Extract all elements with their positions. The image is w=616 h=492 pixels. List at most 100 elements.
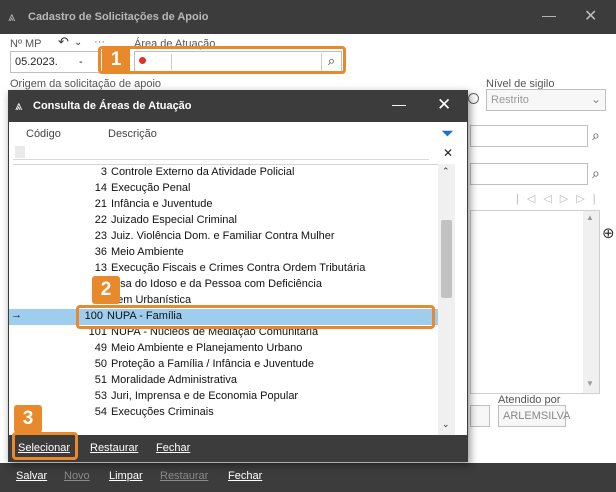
atendido-value: ARLEMSILVA (503, 410, 571, 422)
table-row[interactable]: 53 Juri, Imprensa e de Economia Popular (13, 389, 439, 405)
dialog-title: Consulta de Áreas de Atuação (33, 100, 192, 112)
main-titlebar: ⩓ Cadastro de Solicitações de Apoio — ✕ (0, 0, 616, 34)
app-logo-icon: ⩓ (8, 9, 16, 24)
row-code: 51 (94, 374, 107, 386)
scroll-up-icon[interactable]: ⌃ (442, 166, 450, 177)
table-row[interactable]: 14 Execução Penal (13, 181, 439, 197)
search-icon[interactable]: ⌕ (592, 165, 600, 182)
table-row[interactable]: fesa do Idoso e da Pessoa com Deficiênci… (13, 277, 439, 293)
field-small[interactable] (470, 405, 490, 427)
table-row[interactable]: 51 Moralidade Administrativa (13, 373, 439, 389)
nmp-separator: - (79, 56, 83, 68)
row-code: 21 (94, 198, 107, 210)
chevron-down-icon[interactable]: ⌄ (591, 92, 601, 106)
radio-button[interactable] (468, 93, 479, 104)
step-badge-1: 1 (102, 46, 130, 74)
row-description: Meio Ambiente e Planejamento Urbano (111, 342, 303, 354)
field-right-1[interactable] (470, 125, 588, 147)
close-button[interactable]: Fechar (228, 470, 262, 482)
add-icon[interactable]: ⊕ (602, 224, 615, 242)
column-header-description[interactable]: Descrição (108, 128, 157, 140)
close-button[interactable]: Fechar (156, 442, 190, 454)
row-code: 23 (94, 230, 107, 242)
close-icon[interactable]: ✕ (437, 95, 451, 115)
area-lookup-dialog: ⩓ Consulta de Áreas de Atuação — ✕ Códig… (8, 90, 468, 462)
list-panel: ▲ ▼ (470, 210, 600, 394)
step-badge-2: 2 (92, 276, 120, 304)
filter-cell[interactable] (15, 146, 25, 158)
highlight-select-button (12, 432, 78, 460)
clear-button[interactable]: Limpar (109, 470, 143, 482)
grid-rows: 3 Controle Externo da Atividade Policial 1… (9, 165, 439, 437)
row-description: Infância e Juventude (111, 198, 213, 210)
column-header-code[interactable]: Código (26, 128, 61, 140)
row-description: Juizado Especial Criminal (111, 214, 237, 226)
row-code: 36 (94, 246, 107, 258)
atendido-field: ARLEMSILVA (498, 405, 570, 427)
origem-label: Origem da solicitação de apoio (10, 78, 162, 90)
row-description: Juri, Imprensa e de Economia Popular (111, 390, 299, 402)
row-description: Execução Fiscais e Crimes Contra Ordem T… (111, 262, 366, 274)
scroll-down-icon[interactable]: ⌄ (442, 419, 450, 430)
new-button[interactable]: Novo (64, 470, 90, 482)
table-row[interactable]: 23 Juiz. Violência Dom. e Familiar Contra… (13, 229, 439, 245)
table-row[interactable]: 22 Juizado Especial Criminal (13, 213, 439, 229)
row-description: Proteção a Família / Infância e Juventud… (111, 358, 315, 370)
undo-icon[interactable]: ↶ (58, 34, 69, 50)
scroll-down-icon[interactable]: ▼ (586, 379, 594, 388)
row-indicator-icon: → (11, 309, 22, 321)
pager-nav-icons[interactable]: |◁◁▷▷| (516, 192, 604, 205)
row-code: 54 (94, 406, 107, 418)
main-toolbar: Salvar Novo Limpar Restaurar Fechar (0, 463, 616, 492)
row-code: 13 (94, 262, 107, 274)
row-code: 49 (94, 342, 107, 354)
row-description: Moralidade Administrativa (111, 374, 237, 386)
app-logo-icon: ⩓ (15, 98, 23, 113)
row-code: 22 (94, 214, 107, 226)
row-code: 3 (100, 166, 107, 178)
scrollbar-thumb[interactable] (441, 220, 452, 298)
row-code: 53 (94, 390, 107, 402)
row-description: Meio Ambiente (111, 246, 184, 258)
highlight-selected-row (76, 305, 435, 329)
nmp-label: Nº MP (10, 38, 42, 50)
chevron-down-icon[interactable]: ⌄ (74, 37, 82, 48)
table-row[interactable]: 3 Controle Externo da Atividade Policial (13, 165, 439, 181)
grid-scrollbar[interactable]: ⌃ ⌄ (438, 164, 455, 436)
highlight-area-field (98, 46, 346, 74)
row-description: Execuções Criminais (111, 406, 214, 418)
sigilo-select[interactable]: Restrito ⌄ (486, 89, 606, 111)
filter-icon[interactable]: ⏷ (442, 125, 453, 142)
field-right-2[interactable] (470, 163, 588, 185)
list-scrollbar[interactable]: ▲ ▼ (583, 211, 599, 393)
results-grid: 3 Controle Externo da Atividade Policial 1… (9, 164, 455, 437)
table-row[interactable]: 13 Execução Fiscais e Crimes Contra Ordem… (13, 261, 439, 277)
minimize-icon[interactable]: — (542, 7, 556, 23)
table-row[interactable]: 36 Meio Ambiente (13, 245, 439, 261)
search-icon[interactable]: ⌕ (592, 127, 600, 144)
row-description: Juiz. Violência Dom. e Familiar Contra M… (111, 230, 335, 242)
row-code: 14 (94, 182, 107, 194)
row-description: fesa do Idoso e da Pessoa com Deficiênci… (111, 278, 322, 290)
restore-button[interactable]: Restaurar (160, 470, 208, 482)
row-description: Execução Penal (111, 182, 191, 194)
table-row[interactable]: 50 Proteção a Família / Infância e Juvent… (13, 357, 439, 373)
minimize-icon[interactable]: — (392, 96, 406, 112)
sigilo-value: Restrito (491, 94, 529, 106)
clear-filter-icon[interactable]: ✕ (443, 146, 453, 160)
filter-row[interactable] (13, 144, 429, 160)
scroll-up-icon[interactable]: ▲ (586, 213, 594, 222)
table-row[interactable]: 21 Infância e Juventude (13, 197, 439, 213)
restore-button[interactable]: Restaurar (90, 442, 138, 454)
row-code: 50 (94, 358, 107, 370)
main-window-title: Cadastro de Solicitações de Apoio (28, 11, 209, 23)
table-row[interactable]: 49 Meio Ambiente e Planejamento Urbano (13, 341, 439, 357)
dialog-titlebar: ⩓ Consulta de Áreas de Atuação — ✕ (9, 91, 467, 122)
nmp-value: 05.2023. (15, 56, 58, 68)
save-button[interactable]: Salvar (16, 470, 47, 482)
nmp-field[interactable]: 05.2023. - (10, 51, 108, 73)
row-description: Controle Externo da Atividade Policial (111, 166, 295, 178)
step-badge-3: 3 (14, 405, 42, 433)
table-row[interactable]: 54 Execuções Criminais (13, 405, 439, 421)
close-icon[interactable]: ✕ (584, 6, 597, 26)
